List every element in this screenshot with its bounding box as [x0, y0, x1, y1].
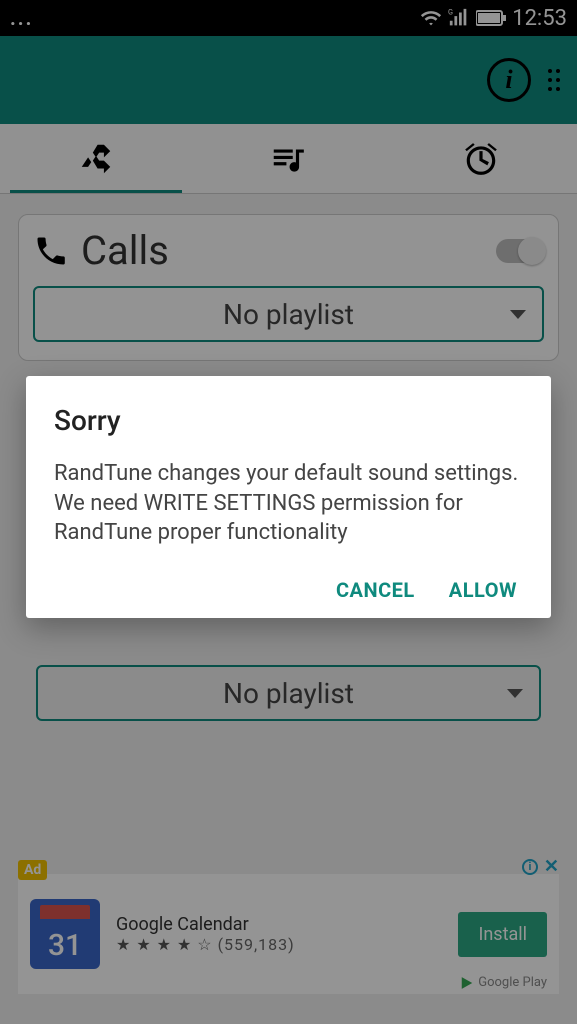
dialog-actions: CANCEL ALLOW [54, 578, 523, 602]
dialog-body: RandTune changes your default sound sett… [54, 459, 523, 548]
dialog-title: Sorry [54, 404, 523, 437]
allow-button[interactable]: ALLOW [449, 578, 517, 602]
phone-frame: ... G 12:53 i Calls [0, 0, 577, 1024]
permission-dialog: Sorry RandTune changes your default soun… [26, 376, 551, 618]
cancel-button[interactable]: CANCEL [336, 578, 415, 602]
